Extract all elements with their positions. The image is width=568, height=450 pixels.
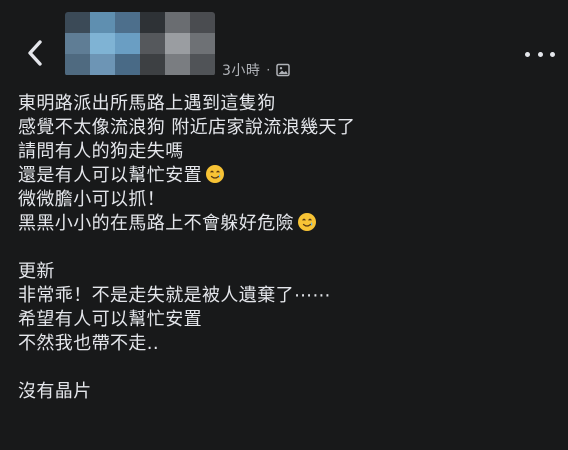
smiling-face-with-tear-emoji	[206, 165, 224, 183]
blurred-profile-region[interactable]	[65, 12, 215, 76]
post-line: 請問有人的狗走失嗎	[18, 141, 184, 162]
post-line: 黑黑小小的在馬路上不會躲好危險	[18, 212, 558, 236]
post-line: 感覺不太像流浪狗 附近店家說流浪幾天了	[18, 117, 356, 138]
post-line: 不然我也帶不走..	[18, 333, 160, 354]
post-line: 還是有人可以幫忙安置	[18, 164, 558, 188]
post-time: 3小時	[222, 63, 261, 79]
post-line: 東明路派出所馬路上遇到這隻狗	[18, 93, 276, 114]
post-line: 更新	[18, 261, 55, 282]
more-dot	[550, 51, 555, 57]
more-dot	[537, 51, 543, 57]
smiling-face-with-tear-emoji	[298, 213, 316, 231]
back-button[interactable]	[18, 34, 52, 72]
post-meta: 3小時 ·	[222, 60, 290, 80]
post-line: 希望有人可以幫忙安置	[18, 309, 202, 330]
post-text: 東明路派出所馬路上遇到這隻狗 感覺不太像流浪狗 附近店家說流浪幾天了 請問有人的…	[18, 92, 558, 404]
image-icon	[276, 63, 290, 77]
meta-separator: ·	[266, 63, 271, 77]
post-line: 沒有晶片	[18, 381, 92, 402]
post-line: 非常乖！不是走失就是被人遺棄了⋯⋯	[18, 285, 331, 306]
post-screen: 3小時 · 東明路派出所馬路上遇到這隻狗 感覺不太像流浪狗 附近店家說流浪幾天了…	[0, 0, 568, 450]
more-options-button[interactable]	[525, 46, 555, 62]
more-dot	[525, 51, 530, 57]
chevron-left-icon	[28, 40, 42, 66]
post-line: 微微膽小可以抓！	[18, 189, 166, 210]
